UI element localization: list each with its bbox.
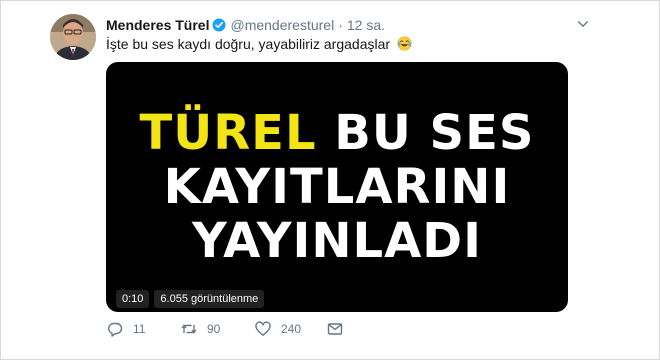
video-headline: TÜREL BU SES KAYITLARINI YAYINLADI: [106, 106, 568, 268]
chevron-down-icon[interactable]: [576, 17, 590, 31]
like-count: 240: [281, 322, 302, 336]
author-handle[interactable]: @menderesturel: [230, 17, 334, 33]
video-badges: 0:10 6.055 görüntülenme: [116, 290, 265, 308]
reply-button[interactable]: 11: [106, 320, 180, 338]
video-player[interactable]: TÜREL BU SES KAYITLARINI YAYINLADI 0:10 …: [106, 62, 568, 312]
reply-icon: [108, 322, 123, 337]
headline-line-2: KAYITLARINI: [106, 160, 568, 214]
avatar-portrait-icon: [50, 14, 96, 60]
video-duration-badge: 0:10: [116, 290, 150, 308]
verified-badge-icon: [212, 18, 226, 32]
tweet-header: Menderes Türel @menderesturel · 12 sa.: [106, 16, 385, 34]
headline-highlight: TÜREL: [139, 105, 317, 161]
tweet-card[interactable]: Menderes Türel @menderesturel · 12 sa. İ…: [50, 6, 590, 356]
envelope-icon: [327, 323, 343, 335]
face-with-tears-of-joy-icon: [397, 36, 412, 51]
headline-text: YAYINLADI: [192, 213, 482, 269]
direct-message-button[interactable]: [326, 320, 344, 338]
like-button[interactable]: 240: [254, 320, 326, 338]
author-name[interactable]: Menderes Türel: [106, 17, 209, 33]
headline-text: BU SES: [316, 105, 535, 161]
retweet-button[interactable]: 90: [180, 320, 254, 338]
retweet-count: 90: [207, 322, 221, 336]
separator-dot: ·: [338, 17, 343, 33]
reply-count: 11: [133, 322, 146, 336]
tweet-text-content: İşte bu ses kaydı doğru, yayabiliriz arg…: [106, 36, 391, 52]
retweet-icon: [181, 324, 197, 334]
tweet-actions: 11 90 240: [106, 318, 344, 340]
avatar[interactable]: [50, 14, 96, 60]
tweet-text: İşte bu ses kaydı doğru, yayabiliriz arg…: [106, 36, 412, 52]
tweet-timestamp[interactable]: 12 sa.: [347, 17, 385, 33]
heart-icon: [255, 321, 271, 336]
headline-line-1: TÜREL BU SES: [106, 106, 568, 160]
video-views-badge: 6.055 görüntülenme: [154, 290, 265, 308]
headline-line-3: YAYINLADI: [106, 214, 568, 268]
headline-text: KAYITLARINI: [163, 159, 511, 215]
